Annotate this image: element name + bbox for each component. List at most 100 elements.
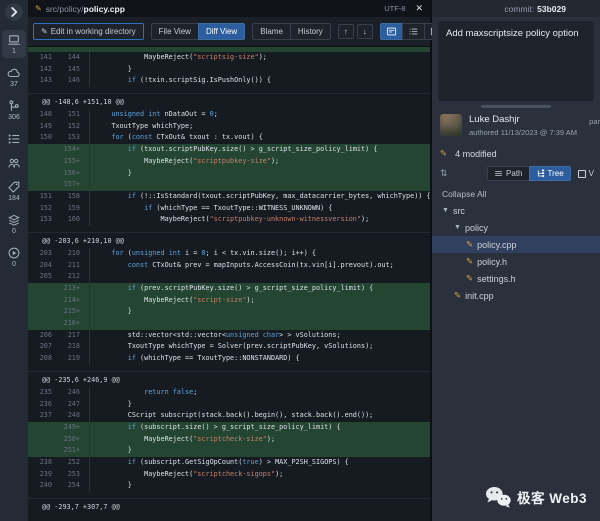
modified-file-pencil-icon: ✎ xyxy=(466,239,473,250)
tree-item-policy[interactable]: ▼policy xyxy=(432,219,600,236)
view-tab-blame[interactable]: Blame xyxy=(252,23,290,40)
diff-line-added[interactable]: 156+ } xyxy=(28,168,430,180)
diff-line-context[interactable]: 152159 if (whichType == TxoutType::WITNE… xyxy=(28,203,430,215)
tree-item-src[interactable]: ▼src xyxy=(432,202,600,219)
hunk-header: @@ -148,6 +151,10 @@ xyxy=(28,96,430,109)
new-line-number: 248 xyxy=(52,410,80,422)
gutter xyxy=(80,144,90,156)
diff-line-context[interactable]: 240254 } xyxy=(28,480,430,492)
list-view-button[interactable] xyxy=(402,23,424,40)
tree-item-policy-cpp[interactable]: ✎policy.cpp xyxy=(432,236,600,253)
diff-line-context[interactable]: 235246 return false; xyxy=(28,387,430,399)
file-list-controls: ⇅ Path Tree V xyxy=(432,163,600,184)
diff-line-context[interactable]: 142145 } xyxy=(28,64,430,76)
code-text: TxoutType whichType; xyxy=(95,121,193,133)
gutter xyxy=(80,191,90,203)
diff-hunk: 141144 MaybeReject("scriptsig-size");142… xyxy=(28,47,430,87)
old-line-number: 153 xyxy=(28,214,52,226)
diff-line-context[interactable]: 239253 MaybeReject("scriptcheck-sigops")… xyxy=(28,469,430,481)
sidebar-item-stashes[interactable]: 0 xyxy=(2,210,26,238)
diff-line-added[interactable]: 215+ } xyxy=(28,306,430,318)
diff-line-context[interactable]: 236247 } xyxy=(28,399,430,411)
sidebar-item-wip[interactable]: 1 xyxy=(2,30,26,58)
diff-line-context[interactable]: 238252 if (subscript.GetSigOpCount(true)… xyxy=(28,457,430,469)
diff-line-added[interactable]: 155+ MaybeReject("scriptpubkey-size"); xyxy=(28,156,430,168)
diff-line-added[interactable]: 213+ if (prev.scriptPubKey.size() > g_sc… xyxy=(28,283,430,295)
expand-panel-button[interactable] xyxy=(4,2,24,22)
diff-line-context[interactable]: 141144 MaybeReject("scriptsig-size"); xyxy=(28,52,430,64)
tree-item-policy-h[interactable]: ✎policy.h xyxy=(432,253,600,270)
code-text: MaybeReject("scriptsig-size"); xyxy=(95,52,267,64)
diff-line-context[interactable]: 149152 TxoutType whichType; xyxy=(28,121,430,133)
diff-line-context[interactable]: 206217 std::vector<std::vector<unsigned … xyxy=(28,330,430,342)
path-view-button[interactable]: Path xyxy=(487,166,528,181)
diff-line-added[interactable]: 214+ MaybeReject("script-size"); xyxy=(28,295,430,307)
gutter xyxy=(80,214,90,226)
gutter xyxy=(80,179,90,191)
sidebar-item-runs[interactable]: 0 xyxy=(2,243,26,271)
unified-diff-view-button[interactable] xyxy=(380,23,402,40)
code-text: TxoutType whichType = Solver(prev.script… xyxy=(95,341,373,353)
diff-hunk: @@ -148,6 +151,10 @@148151 unsigned int … xyxy=(28,93,430,226)
pencil-icon: ✎ xyxy=(41,27,48,36)
code-text: } xyxy=(95,445,132,457)
diff-line-context[interactable]: 151158 if (!::IsStandard(txout.scriptPub… xyxy=(28,191,430,203)
diff-line-context[interactable]: 203210 for (unsigned int i = 0; i < tx.v… xyxy=(28,248,430,260)
diff-line-added[interactable]: 157+ xyxy=(28,179,430,191)
diff-line-context[interactable]: 205212 xyxy=(28,271,430,283)
next-change-button[interactable]: ↓ xyxy=(357,24,373,39)
old-line-number: 148 xyxy=(28,109,52,121)
chevron-down-icon[interactable]: ▼ xyxy=(442,207,449,214)
commit-message-box[interactable]: Add maxscriptsize policy option xyxy=(438,21,594,101)
sidebar-item-cloud[interactable]: 37 xyxy=(2,63,26,91)
edit-in-working-directory-button[interactable]: ✎ Edit in working directory xyxy=(33,23,144,40)
code-text: if (!txin.scriptSig.IsPushOnly()) { xyxy=(95,75,271,87)
prev-change-button[interactable]: ↑ xyxy=(338,24,354,39)
diff-line-added[interactable]: 250+ MaybeReject("scriptcheck-size"); xyxy=(28,434,430,446)
author-row: Luke Dashjr authored 11/13/2023 @ 7:39 A… xyxy=(432,108,600,140)
tree-item-init-cpp[interactable]: ✎init.cpp xyxy=(432,287,600,304)
sidebar-item-tags[interactable]: 184 xyxy=(2,177,26,205)
tree-item-label: init.cpp xyxy=(465,291,494,301)
diff-line-context[interactable]: 153160 MaybeReject("scriptpubkey-unknown… xyxy=(28,214,430,226)
diff-line-context[interactable]: 148151 unsigned int nDataOut = 0; xyxy=(28,109,430,121)
sidebar-item-todos[interactable] xyxy=(2,129,26,148)
diff-line-context[interactable]: 208219 if (whichType == TxoutType::NONST… xyxy=(28,353,430,365)
gutter xyxy=(80,387,90,399)
tree-button-label: Tree xyxy=(548,169,564,178)
view-all-checkbox[interactable] xyxy=(578,170,586,178)
diff-hunk: @@ -235,6 +246,9 @@235246 return false;2… xyxy=(28,371,430,492)
sort-icon[interactable]: ⇅ xyxy=(440,168,448,179)
file-name: policy.cpp xyxy=(84,4,125,14)
diff-code-view[interactable]: 141144 MaybeReject("scriptsig-size");142… xyxy=(28,47,430,521)
old-line-number xyxy=(28,318,52,330)
gutter xyxy=(80,318,90,330)
view-tab-diff-view[interactable]: Diff View xyxy=(198,23,245,40)
diff-line-context[interactable]: 207218 TxoutType whichType = Solver(prev… xyxy=(28,341,430,353)
view-tab-history[interactable]: History xyxy=(290,23,331,40)
diff-line-added[interactable]: 249+ if (subscript.size() > g_script_siz… xyxy=(28,422,430,434)
diff-line-context[interactable]: 204211 const CTxOut& prev = mapInputs.Ac… xyxy=(28,260,430,272)
diff-line-added[interactable]: 216+ xyxy=(28,318,430,330)
diff-line-added[interactable]: 154+ if (txout.scriptPubKey.size() > g_s… xyxy=(28,144,430,156)
tree-item-settings-h[interactable]: ✎settings.h xyxy=(432,270,600,287)
view-tab-file-view[interactable]: File View xyxy=(151,23,198,40)
author-avatar xyxy=(440,114,462,136)
sidebar-item-team[interactable] xyxy=(2,153,26,172)
chevron-down-icon[interactable]: ▼ xyxy=(454,224,461,231)
chevron-right-circle-icon xyxy=(4,2,24,22)
code-text: MaybeReject("scriptpubkey-size"); xyxy=(95,156,279,168)
tree-view-button[interactable]: Tree xyxy=(529,166,571,181)
code-text: if (txout.scriptPubKey.size() > g_script… xyxy=(95,144,377,156)
diff-line-added[interactable]: 251+ } xyxy=(28,445,430,457)
close-icon[interactable]: ✕ xyxy=(415,3,423,14)
sidebar-item-branches[interactable]: 306 xyxy=(2,96,26,124)
gutter xyxy=(80,156,90,168)
collapse-all-button[interactable]: Collapse All xyxy=(432,184,600,202)
diff-line-context[interactable]: 143146 if (!txin.scriptSig.IsPushOnly())… xyxy=(28,75,430,87)
new-line-number: 151 xyxy=(52,109,80,121)
diff-line-context[interactable]: 237248 CScript subscript(stack.back().be… xyxy=(28,410,430,422)
old-line-number: 203 xyxy=(28,248,52,260)
gutter xyxy=(80,168,90,180)
diff-line-context[interactable]: 150153 for (const CTxOut& txout : tx.vou… xyxy=(28,132,430,144)
